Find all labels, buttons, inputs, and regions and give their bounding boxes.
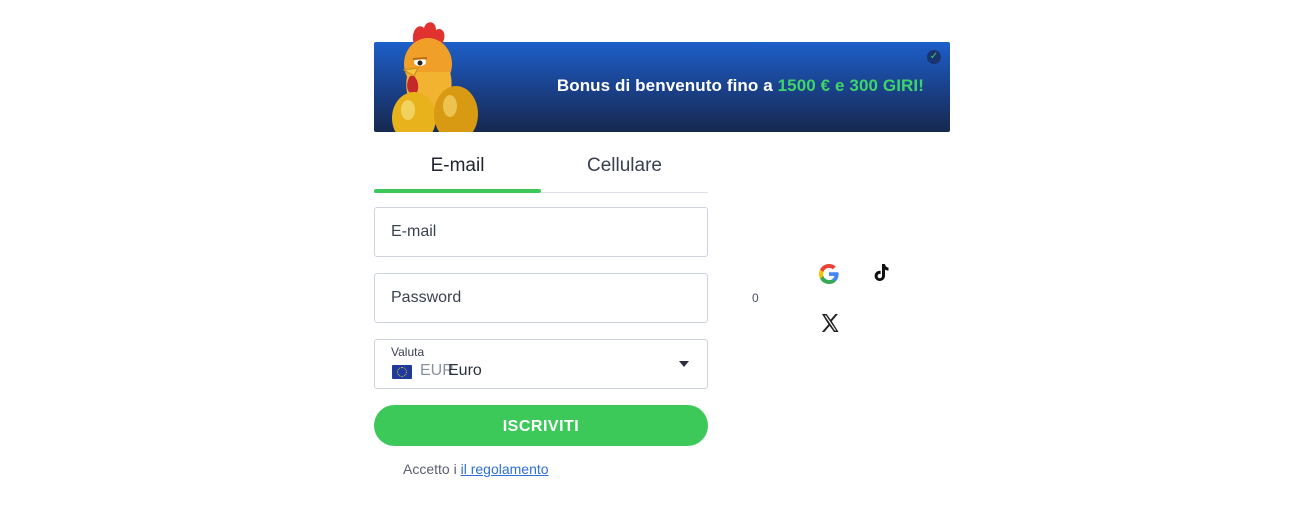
password-field[interactable]: [375, 274, 707, 322]
eu-flag-icon: [392, 365, 412, 379]
currency-label: Valuta: [391, 345, 425, 359]
email-field[interactable]: [375, 208, 707, 256]
email-field-wrapper: [374, 207, 708, 257]
active-tab-indicator: [374, 189, 541, 193]
signup-button[interactable]: ISCRIVITI: [374, 405, 708, 446]
signup-tabs: E-mail Cellulare: [374, 146, 708, 193]
password-field-wrapper: [374, 273, 708, 323]
check-icon: ✓: [927, 50, 941, 64]
currency-name: Euro: [448, 362, 482, 379]
tiktok-icon[interactable]: [868, 261, 892, 285]
terms-text: Accetto i il regolamento: [403, 461, 549, 477]
x-icon[interactable]: [818, 311, 842, 335]
google-icon[interactable]: [817, 262, 841, 286]
tab-email[interactable]: E-mail: [374, 146, 541, 190]
terms-prefix: Accetto i: [403, 461, 461, 477]
terms-link[interactable]: il regolamento: [461, 461, 549, 477]
currency-select[interactable]: Valuta EUR Euro: [374, 339, 708, 389]
promo-text: Bonus di benvenuto fino a 1500 € e 300 G…: [557, 76, 924, 96]
promo-text-highlight: 1500 € e 300 GIRI!: [777, 76, 924, 95]
tab-phone[interactable]: Cellulare: [541, 146, 708, 190]
promo-text-prefix: Bonus di benvenuto fino a: [556, 76, 778, 95]
social-counter: 0: [752, 291, 759, 305]
chevron-down-icon[interactable]: [679, 361, 689, 367]
rooster-mascot-image: [392, 22, 478, 132]
